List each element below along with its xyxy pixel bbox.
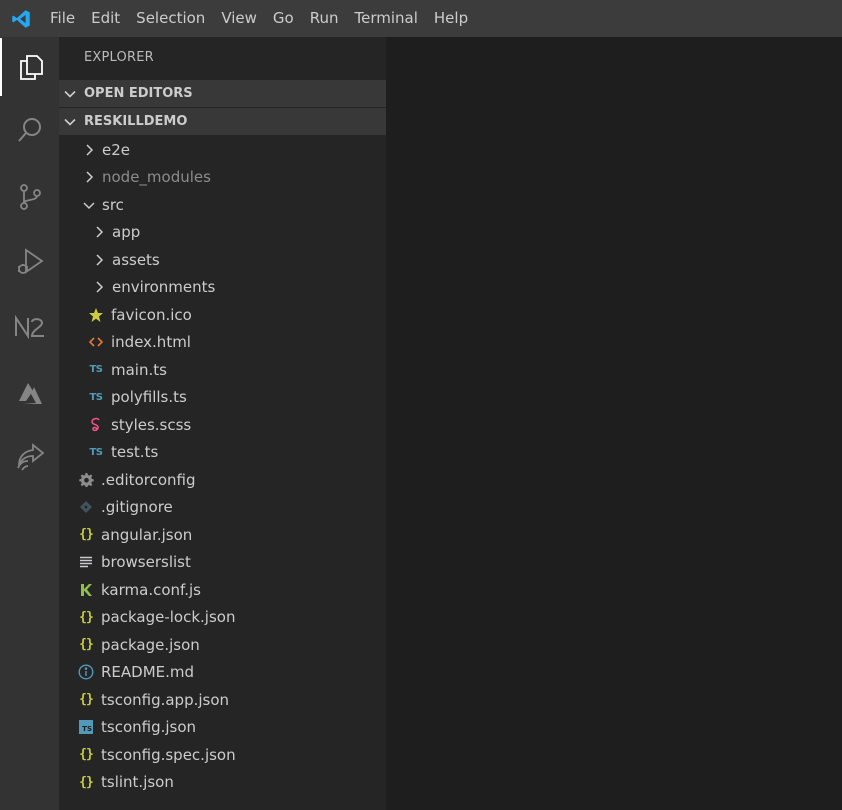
- menu-run[interactable]: Run: [302, 0, 347, 37]
- azure-icon[interactable]: [0, 365, 59, 423]
- tree-item-label: README.md: [101, 663, 195, 681]
- file-item[interactable]: {} package.json: [59, 631, 386, 658]
- json-icon: {}: [79, 637, 94, 652]
- source-control-icon[interactable]: [0, 168, 59, 226]
- tree-item-label: src: [102, 195, 124, 214]
- file-item[interactable]: karma.conf.js: [59, 576, 386, 603]
- tree-item-label: test.ts: [111, 443, 159, 461]
- json-icon: {}: [79, 747, 94, 762]
- open-editors-header[interactable]: OPEN EDITORS: [59, 80, 386, 107]
- vscode-logo-icon: [0, 0, 42, 37]
- folder-item[interactable]: e2e: [59, 136, 386, 163]
- tree-item-label: app: [112, 223, 141, 241]
- file-item[interactable]: {} angular.json: [59, 521, 386, 548]
- json-icon: {}: [79, 692, 94, 707]
- json-icon: {}: [79, 527, 94, 542]
- nx-console-icon[interactable]: [0, 298, 59, 356]
- file-item[interactable]: {} tsconfig.app.json: [59, 686, 386, 713]
- tree-item-label: package-lock.json: [101, 608, 236, 626]
- star-icon: [88, 307, 104, 323]
- explorer-icon[interactable]: [0, 38, 59, 96]
- file-item[interactable]: favicon.ico: [59, 301, 386, 328]
- folder-item[interactable]: assets: [59, 246, 386, 273]
- chevron-down-icon: [63, 87, 79, 101]
- html-icon: [88, 334, 104, 350]
- explorer-sidebar: EXPLORER OPEN EDITORS RESKILLDEMO e2e nod…: [59, 37, 386, 810]
- tree-item-label: assets: [112, 250, 160, 269]
- tree-item-label: angular.json: [101, 525, 193, 544]
- live-share-icon[interactable]: [0, 428, 59, 486]
- chevron-right-icon: [91, 252, 107, 268]
- file-item[interactable]: README.md: [59, 659, 386, 686]
- file-item[interactable]: .editorconfig: [59, 466, 386, 493]
- chevron-down-icon: [81, 197, 97, 213]
- tree-item-label: styles.scss: [111, 415, 192, 434]
- tree-item-label: environments: [112, 278, 216, 296]
- file-item[interactable]: TS main.ts: [59, 356, 386, 383]
- tree-item-label: browserslist: [101, 553, 191, 571]
- file-item[interactable]: browserslist: [59, 549, 386, 576]
- lines-icon: [78, 554, 94, 570]
- file-item[interactable]: {} tslint.json: [59, 769, 386, 796]
- menu-file[interactable]: File: [42, 0, 83, 37]
- project-label: RESKILLDEMO: [84, 114, 188, 129]
- tsconfig-icon: TS: [78, 719, 94, 735]
- gear-icon: [78, 472, 94, 488]
- activity-bar: [0, 37, 59, 810]
- tree-item-label: karma.conf.js: [101, 580, 201, 599]
- json-icon: {}: [79, 609, 94, 625]
- chevron-right-icon: [91, 224, 107, 240]
- typescript-icon: TS: [89, 364, 103, 375]
- file-item[interactable]: .gitignore: [59, 494, 386, 521]
- menu-selection[interactable]: Selection: [128, 0, 213, 37]
- karma-icon: [78, 582, 94, 598]
- sass-icon: [88, 417, 104, 433]
- folder-item[interactable]: environments: [59, 274, 386, 301]
- tree-item-label: .editorconfig: [101, 470, 196, 489]
- sidebar-title: EXPLORER: [84, 50, 154, 65]
- tree-item-label: tsconfig.spec.json: [101, 745, 236, 764]
- json-icon: {}: [79, 774, 94, 790]
- tree-item-label: tsconfig.app.json: [101, 690, 230, 709]
- menu-edit[interactable]: Edit: [83, 0, 128, 37]
- tree-item-label: tslint.json: [101, 773, 174, 791]
- folder-item[interactable]: app: [59, 219, 386, 246]
- tree-item-label: .gitignore: [101, 498, 173, 516]
- editor-area: [386, 37, 842, 810]
- typescript-icon: TS: [89, 391, 103, 403]
- folder-item[interactable]: src: [59, 191, 386, 218]
- menu-help[interactable]: Help: [426, 0, 476, 37]
- typescript-icon: TS: [89, 446, 103, 458]
- tree-item-label: e2e: [102, 140, 131, 159]
- tree-item-label: node_modules: [102, 168, 211, 186]
- file-item[interactable]: TS test.ts: [59, 439, 386, 466]
- menu-terminal[interactable]: Terminal: [347, 0, 426, 37]
- chevron-right-icon: [81, 169, 97, 185]
- file-item[interactable]: {} tsconfig.spec.json: [59, 741, 386, 768]
- search-icon[interactable]: [0, 101, 59, 159]
- folder-item[interactable]: node_modules: [59, 164, 386, 191]
- chevron-right-icon: [91, 279, 107, 295]
- info-icon: [78, 664, 94, 680]
- run-debug-icon[interactable]: [0, 233, 59, 291]
- file-item[interactable]: TS tsconfig.json: [59, 714, 386, 741]
- project-header[interactable]: RESKILLDEMO: [59, 108, 386, 135]
- git-icon: [78, 499, 94, 515]
- menubar: File Edit Selection View Go Run Terminal Help: [0, 0, 842, 37]
- tree-item-label: favicon.ico: [111, 305, 192, 324]
- file-item[interactable]: {} package-lock.json: [59, 604, 386, 631]
- tree-item-label: package.json: [101, 635, 200, 654]
- chevron-down-icon: [63, 115, 79, 129]
- tree-item-label: polyfills.ts: [111, 388, 187, 406]
- menu-go[interactable]: Go: [265, 0, 302, 37]
- file-item[interactable]: index.html: [59, 329, 386, 356]
- menu-view[interactable]: View: [213, 0, 265, 37]
- open-editors-label: OPEN EDITORS: [84, 86, 193, 101]
- tree-item-label: tsconfig.json: [101, 718, 197, 736]
- tree-item-label: main.ts: [111, 360, 167, 379]
- file-item[interactable]: TS polyfills.ts: [59, 384, 386, 411]
- tree-item-label: index.html: [111, 333, 191, 351]
- file-item[interactable]: styles.scss: [59, 411, 386, 438]
- chevron-right-icon: [81, 142, 97, 158]
